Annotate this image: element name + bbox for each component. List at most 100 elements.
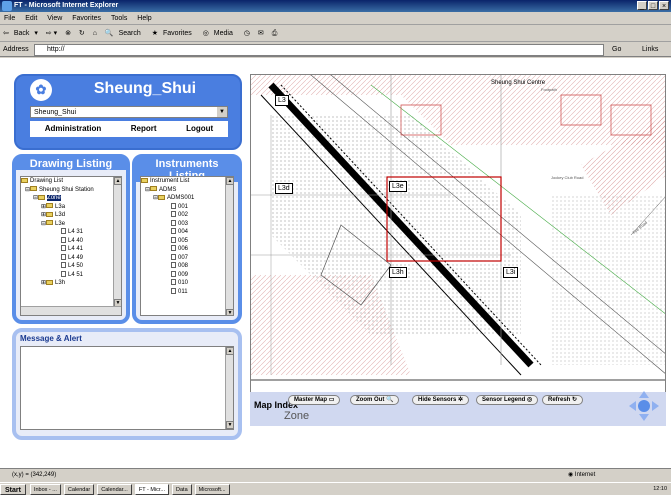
close-button[interactable]: × bbox=[659, 1, 669, 10]
address-input[interactable]: http:// bbox=[34, 44, 604, 56]
tree-node[interactable]: ⊟ L3e bbox=[21, 220, 121, 229]
tree-leaf[interactable]: 003 bbox=[141, 219, 233, 229]
taskbar-item[interactable]: Calendar... bbox=[97, 483, 132, 495]
home-icon[interactable]: ⌂ bbox=[90, 30, 100, 37]
menu-file[interactable]: File bbox=[0, 15, 19, 22]
site-title: Sheung_Shui bbox=[93, 80, 197, 97]
scroll-up-icon[interactable]: ▲ bbox=[114, 177, 121, 185]
scroll-down-icon[interactable]: ▼ bbox=[226, 309, 233, 315]
zoom-out-button[interactable]: Zoom Out 🔍 bbox=[350, 395, 400, 405]
tree-leaf[interactable]: 004 bbox=[141, 228, 233, 237]
scroll-up-icon[interactable]: ▲ bbox=[226, 177, 233, 185]
status-bar: (x,y) = (342,249) ◉ Internet bbox=[0, 468, 671, 481]
tree-leaf[interactable]: 006 bbox=[141, 245, 233, 254]
zone-l3h[interactable]: L3h bbox=[389, 267, 407, 278]
site-select[interactable]: Sheung_Shui ▼ bbox=[30, 106, 228, 118]
tree-leaf[interactable]: 007 bbox=[141, 253, 233, 263]
tree-leaf[interactable]: L4 51 bbox=[21, 270, 121, 280]
tree-node[interactable]: ⊟ Zone bbox=[21, 194, 121, 203]
links-button[interactable]: Links bbox=[642, 43, 658, 57]
master-map-button[interactable]: Master Map ▭ bbox=[288, 395, 341, 405]
administration-link[interactable]: Administration bbox=[45, 121, 101, 137]
tree-leaf[interactable]: 008 bbox=[141, 262, 233, 271]
sensor-icon bbox=[171, 270, 176, 277]
tree-leaf[interactable]: 009 bbox=[141, 270, 233, 280]
message-scrollbar[interactable]: ▲ ▼ bbox=[225, 347, 234, 429]
scroll-up-icon[interactable]: ▲ bbox=[226, 347, 234, 355]
sensor-icon bbox=[171, 287, 176, 294]
zone-l3e[interactable]: L3e bbox=[389, 181, 407, 192]
search-button[interactable]: 🔍 Search bbox=[102, 30, 147, 37]
drawing-tree-scrollbar[interactable]: ▲ ▼ bbox=[113, 177, 121, 307]
message-alert-box[interactable]: ▲ ▼ bbox=[20, 346, 234, 430]
tree-leaf[interactable]: 011 bbox=[141, 287, 233, 297]
menu-tools[interactable]: Tools bbox=[107, 15, 131, 22]
tree-node[interactable]: ⊟ ADMS001 bbox=[141, 194, 233, 203]
hide-sensors-button[interactable]: Hide Sensors ✲ bbox=[412, 395, 470, 405]
back-button[interactable]: ⇦ Back ▾ bbox=[0, 30, 41, 37]
tree-leaf[interactable]: L4 40 bbox=[21, 236, 121, 246]
history-icon[interactable]: ◷ bbox=[241, 30, 253, 37]
taskbar-item-active[interactable]: FT - Micr... bbox=[134, 483, 170, 495]
tree-leaf[interactable]: L4 49 bbox=[21, 253, 121, 263]
stop-icon[interactable]: ⊗ bbox=[62, 30, 74, 37]
maximize-button[interactable]: □ bbox=[648, 1, 658, 10]
start-button[interactable]: Start bbox=[0, 483, 26, 495]
menu-view[interactable]: View bbox=[43, 15, 66, 22]
document-icon bbox=[61, 228, 66, 235]
tree-leaf[interactable]: L4 50 bbox=[21, 262, 121, 271]
mail-icon[interactable]: ✉ bbox=[255, 30, 267, 37]
tree-node[interactable]: ⊟ ADMS bbox=[141, 186, 233, 195]
map-index-value: Zone bbox=[284, 410, 310, 422]
zone-l3d[interactable]: L3d bbox=[275, 183, 293, 194]
folder-icon bbox=[150, 186, 158, 192]
tree-leaf[interactable]: L4 41 bbox=[21, 245, 121, 254]
minimize-button[interactable]: _ bbox=[637, 1, 647, 10]
media-button[interactable]: ◎ Media bbox=[200, 30, 239, 37]
map-label-road: Jockey Club Road bbox=[551, 175, 584, 180]
refresh-map-button[interactable]: Refresh ↻ bbox=[542, 395, 584, 405]
tree-node[interactable]: Instrument List bbox=[141, 177, 233, 186]
tree-leaf[interactable]: 002 bbox=[141, 211, 233, 220]
favorites-button[interactable]: ★ Favorites bbox=[149, 30, 198, 37]
tree-node[interactable]: ⊞ L3a bbox=[21, 203, 121, 212]
zone-l3i[interactable]: L3i bbox=[503, 267, 519, 278]
tree-leaf[interactable]: L4 31 bbox=[21, 228, 121, 237]
print-icon[interactable]: ⎙ bbox=[269, 30, 281, 37]
chevron-down-icon[interactable]: ▼ bbox=[217, 107, 227, 117]
taskbar-item[interactable]: Microsoft... bbox=[194, 483, 230, 495]
tree-node[interactable]: ⊟ Sheung Shui Station bbox=[21, 186, 121, 195]
logout-link[interactable]: Logout bbox=[186, 121, 213, 137]
pan-control-icon[interactable] bbox=[627, 389, 661, 423]
report-link[interactable]: Report bbox=[131, 121, 157, 137]
zone-l3[interactable]: L3 bbox=[275, 95, 289, 106]
tree-node[interactable]: Drawing List bbox=[21, 177, 121, 186]
instrument-tree-scrollbar[interactable]: ▲ ▼ bbox=[225, 177, 233, 315]
menu-help[interactable]: Help bbox=[133, 15, 155, 22]
drawing-tree-hscrollbar[interactable] bbox=[21, 306, 121, 315]
taskbar-item[interactable]: Data bbox=[172, 483, 192, 495]
refresh-icon: ↻ bbox=[572, 397, 578, 403]
taskbar-item[interactable]: Calendar bbox=[63, 483, 95, 495]
nav-links: Administration Report Logout bbox=[30, 121, 228, 137]
go-button[interactable]: Go bbox=[612, 43, 621, 57]
instrument-tree: Instrument List ⊟ ADMS ⊟ ADMS001 001 002 0… bbox=[140, 176, 234, 316]
tree-node[interactable]: ⊞ L3d bbox=[21, 211, 121, 220]
folder-icon bbox=[46, 279, 54, 285]
drawing-listing-panel: Drawing Listing Drawing List ⊟ Sheung Shu… bbox=[12, 154, 130, 324]
folder-icon bbox=[46, 203, 54, 209]
scroll-down-icon[interactable]: ▼ bbox=[226, 421, 234, 429]
refresh-icon[interactable]: ↻ bbox=[76, 30, 88, 37]
forward-button[interactable]: ⇨ ▾ bbox=[43, 30, 60, 37]
tree-leaf[interactable]: 005 bbox=[141, 236, 233, 246]
sensor-icon bbox=[171, 245, 176, 252]
sensor-legend-button[interactable]: Sensor Legend ◎ bbox=[476, 395, 539, 405]
tree-leaf[interactable]: 001 bbox=[141, 202, 233, 212]
tree-node[interactable]: ⊞ L3h bbox=[21, 279, 121, 288]
menu-favorites[interactable]: Favorites bbox=[68, 15, 105, 22]
taskbar-item[interactable]: Inbox - ... bbox=[29, 483, 61, 495]
folder-icon bbox=[158, 194, 166, 200]
tree-leaf[interactable]: 010 bbox=[141, 279, 233, 288]
site-map[interactable]: Sheung Shui Centre Footpath Jockey Club … bbox=[250, 74, 666, 394]
menu-edit[interactable]: Edit bbox=[21, 15, 41, 22]
